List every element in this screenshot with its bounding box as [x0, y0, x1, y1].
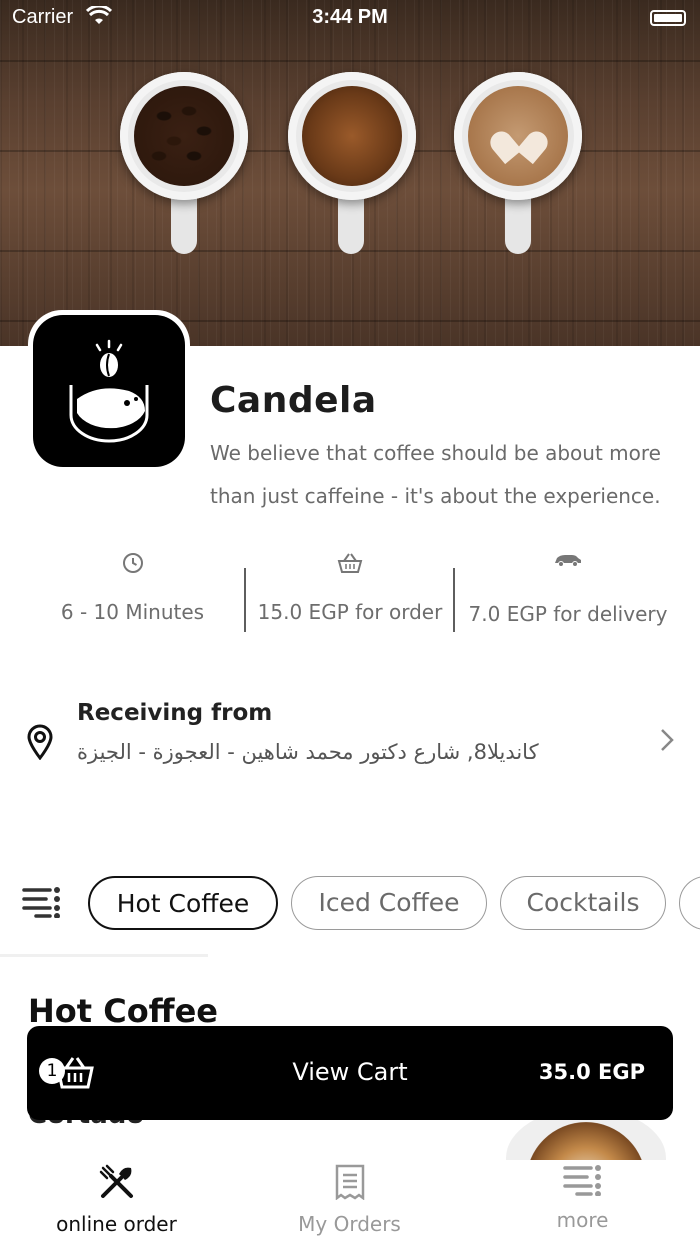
store-description: We believe that coffee should be about m…: [210, 441, 661, 508]
nav-more-label: more: [556, 1208, 609, 1232]
nav-online-order[interactable]: online order: [0, 1160, 233, 1244]
cup-logo-icon: [69, 339, 149, 443]
hero-banner: Carrier 3:44 PM: [0, 0, 700, 346]
receiving-address: كانديلا8, شارع دكتور محمد شاهين - العجوز…: [77, 740, 539, 764]
nav-my-orders-label: My Orders: [298, 1212, 401, 1236]
nav-my-orders[interactable]: My Orders: [233, 1160, 466, 1244]
metric-divider: [453, 568, 455, 632]
espresso-cup: [288, 72, 416, 200]
tab-next-partial[interactable]: [679, 876, 700, 930]
receipt-icon: [335, 1164, 364, 1200]
clock-icon: [122, 553, 143, 573]
coffee-beans-cup: [120, 72, 248, 200]
cart-total: 35.0 EGP: [538, 1060, 645, 1084]
store-name: Candela: [210, 380, 377, 421]
fork-knife-icon: [99, 1164, 133, 1198]
tab-iced-coffee[interactable]: Iced Coffee: [291, 876, 487, 930]
bottom-navigation: online order My Orders more: [0, 1160, 700, 1244]
store-logo: [28, 310, 190, 472]
tab-indicator: [0, 954, 208, 957]
delivery-time-metric: 6 - 10 Minutes: [20, 552, 245, 642]
tab-cocktails[interactable]: Cocktails: [500, 876, 666, 930]
latte-cup: [454, 72, 582, 200]
car-icon: [555, 555, 581, 567]
view-cart-button[interactable]: 1 View Cart 35.0 EGP: [27, 1026, 673, 1120]
store-metrics: 6 - 10 Minutes 15.0 EGP for order 7.0 EG…: [20, 552, 680, 642]
delivery-time-text: 6 - 10 Minutes: [60, 600, 205, 624]
delivery-fee-text: 7.0 EGP for delivery: [468, 602, 668, 626]
basket-icon: [337, 553, 363, 573]
nav-online-order-label: online order: [56, 1212, 177, 1236]
receiving-title: Receiving from: [77, 700, 273, 726]
section-title: Hot Coffee: [28, 992, 218, 1030]
location-pin-icon: [27, 724, 53, 760]
receiving-location-row[interactable]: Receiving from كانديلا8, شارع دكتور محمد…: [22, 696, 682, 776]
category-list-icon[interactable]: [22, 886, 62, 918]
battery-icon: [650, 10, 686, 26]
category-tabs: Hot Coffee Iced Coffee Cocktails: [0, 872, 700, 936]
status-bar: Carrier 3:44 PM: [0, 0, 700, 36]
chevron-right-icon: [661, 729, 674, 751]
clock-time: 3:44 PM: [312, 6, 388, 28]
min-order-metric: 15.0 EGP for order: [246, 552, 454, 642]
menu-icon: [562, 1165, 601, 1196]
nav-more[interactable]: more: [466, 1160, 699, 1244]
tab-hot-coffee[interactable]: Hot Coffee: [88, 876, 278, 930]
delivery-fee-metric: 7.0 EGP for delivery: [456, 552, 680, 642]
min-order-text: 15.0 EGP for order: [257, 600, 443, 624]
